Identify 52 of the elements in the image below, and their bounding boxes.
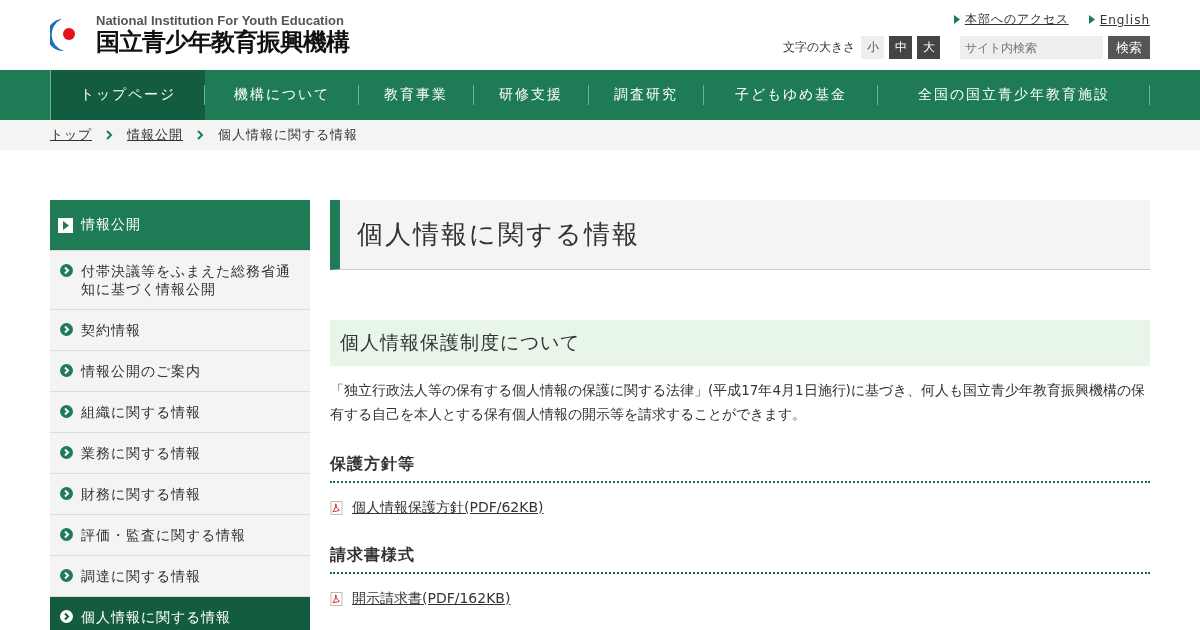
sidebar-item[interactable]: 財務に関する情報 [50, 473, 310, 514]
subsection-heading: 請求書様式 [330, 545, 1150, 574]
triangle-icon [1088, 15, 1095, 24]
font-size-button[interactable]: 大 [917, 36, 940, 59]
breadcrumb-link[interactable]: トップ [50, 126, 92, 144]
subsection-heading: 保護方針等 [330, 454, 1150, 483]
font-size-button[interactable]: 中 [889, 36, 912, 59]
logo-subtitle: National Institution For Youth Education [96, 14, 345, 28]
nav-tab[interactable]: 機構について [204, 70, 359, 120]
header-link[interactable]: English [1099, 12, 1150, 27]
chevron-circle-icon [60, 610, 73, 623]
sidebar-item[interactable]: 組織に関する情報 [50, 391, 310, 432]
play-icon [58, 217, 73, 233]
nav-tab[interactable]: 研修支援 [473, 70, 589, 120]
chevron-icon [197, 130, 204, 140]
logo-title: 国立青少年教育振興機構 [96, 28, 349, 56]
nav-tab[interactable]: 全国の国立青少年教育施設 [877, 70, 1150, 120]
header-link[interactable]: 本部へのアクセス [964, 11, 1069, 28]
triangle-icon [953, 15, 960, 24]
sidebar-item[interactable]: 情報公開のご案内 [50, 350, 310, 391]
page-title: 個人情報に関する情報 [330, 200, 1150, 270]
chevron-circle-icon [60, 487, 73, 500]
breadcrumb-current: 個人情報に関する情報 [218, 126, 358, 144]
pdf-icon [330, 501, 344, 515]
chevron-circle-icon [60, 446, 73, 459]
sidebar-item[interactable]: 評価・監査に関する情報 [50, 514, 310, 555]
chevron-circle-icon [60, 405, 73, 418]
sidebar-item[interactable]: 契約情報 [50, 309, 310, 350]
search-field[interactable]: サイト内検索 [960, 36, 1103, 59]
nav-tab[interactable]: 教育事業 [358, 70, 474, 120]
sidebar-item[interactable]: 業務に関する情報 [50, 432, 310, 473]
section-title: 個人情報保護制度について [330, 320, 1150, 366]
chevron-icon [106, 130, 113, 140]
font-size-button[interactable]: 小 [861, 36, 884, 59]
pdf-link[interactable]: 個人情報保護方針(PDF/62KB) [330, 499, 544, 517]
sidebar-item[interactable]: 個人情報に関する情報 [50, 596, 310, 630]
font-size-label: 文字の大きさ [783, 39, 855, 56]
chevron-circle-icon [60, 528, 73, 541]
search-button[interactable]: 検索 [1108, 36, 1150, 59]
sidebar-title: 情報公開 [81, 216, 141, 234]
intro-paragraph: 「独立行政法人等の保有する個人情報の保護に関する法律」(平成17年4月1日施行)に基づき、何人も国立青少年教育振興機構の保有する自己を本人とする保有個人情報の開示等を請求することができます。 [330, 381, 1146, 424]
breadcrumb-link[interactable]: 情報公開 [127, 126, 183, 144]
nav-tab[interactable]: トップページ [50, 70, 205, 120]
pdf-icon [330, 592, 344, 606]
sidebar-item[interactable]: 付帯決議等をふまえた総務省通知に基づく情報公開 [50, 250, 310, 309]
sidebar-item[interactable]: 調達に関する情報 [50, 555, 310, 596]
nav-tab[interactable]: 子どもゆめ基金 [703, 70, 878, 120]
chevron-circle-icon [60, 364, 73, 377]
chevron-circle-icon [60, 264, 73, 277]
nav-tab[interactable]: 調査研究 [588, 70, 704, 120]
chevron-circle-icon [60, 569, 73, 582]
chevron-circle-icon [60, 323, 73, 336]
